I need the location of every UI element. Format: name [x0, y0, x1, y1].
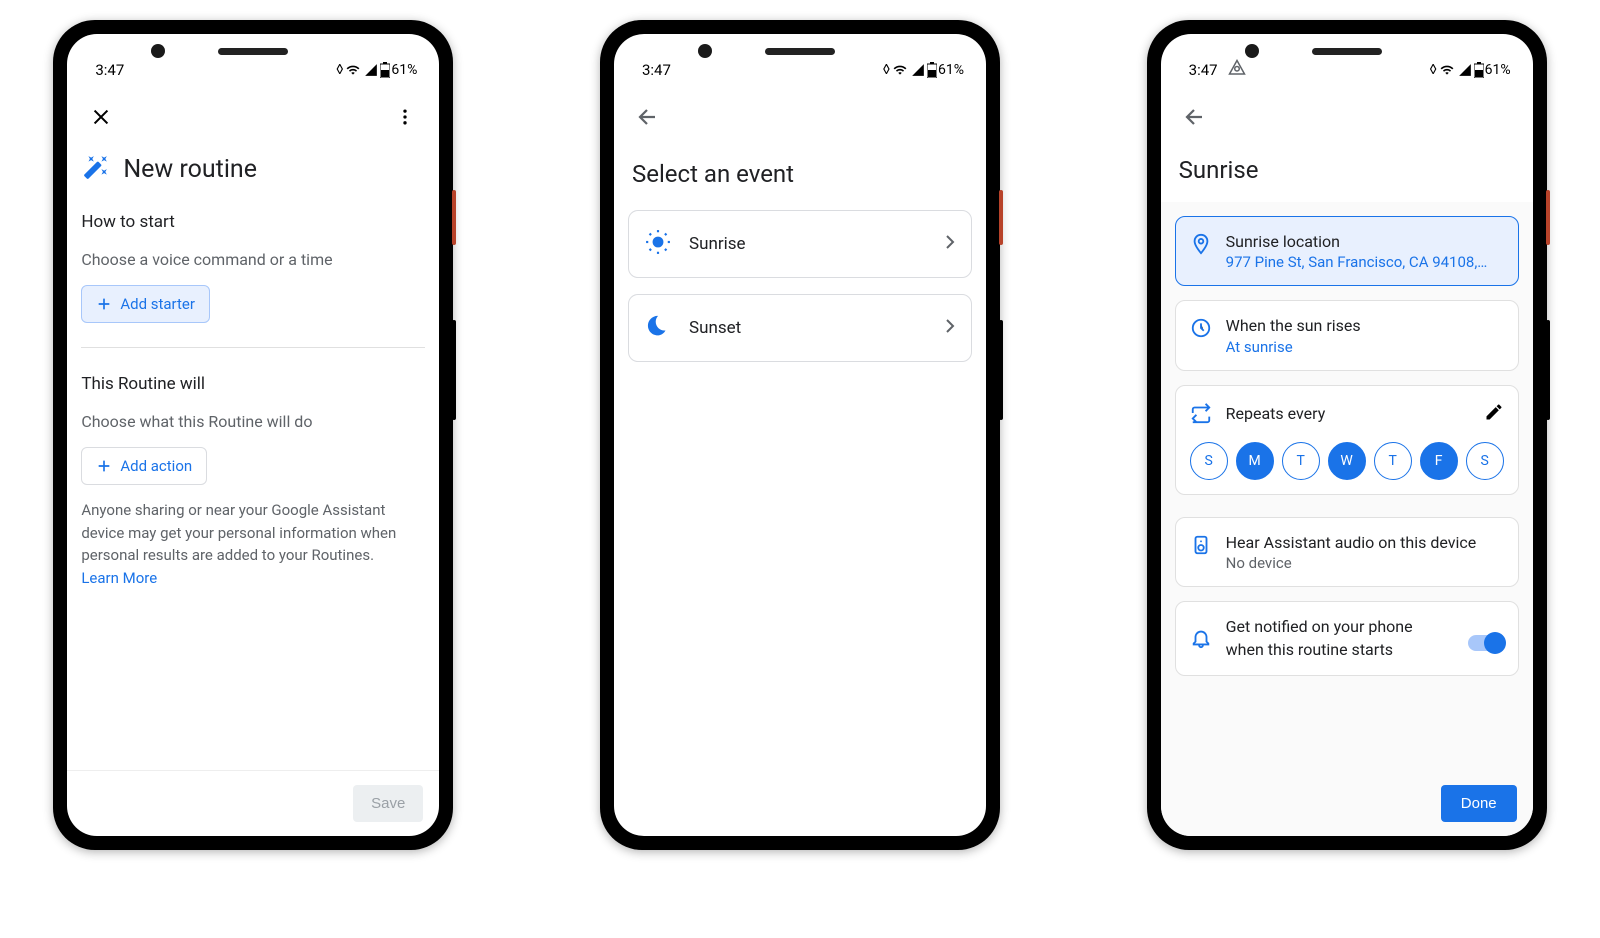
app-bar — [1161, 92, 1533, 142]
status-battery: 61% — [938, 62, 964, 78]
clock-icon — [1190, 317, 1212, 343]
magic-wand-icon — [83, 154, 109, 184]
footer-bar: Done — [1161, 770, 1533, 836]
screen-sunrise-config: 3:47 ◊ 61% Sunrise — [1161, 34, 1533, 836]
audio-title: Hear Assistant audio on this device — [1226, 532, 1504, 554]
overflow-menu-icon[interactable] — [385, 97, 425, 137]
plus-icon — [96, 296, 112, 312]
status-battery: 61% — [391, 62, 417, 78]
page-title: Select an event — [628, 142, 972, 210]
wifi-icon — [891, 63, 909, 77]
when-sun-rises-card[interactable]: When the sun rises At sunrise — [1175, 300, 1519, 370]
battery-icon — [380, 62, 390, 78]
page-title: New routine — [123, 155, 257, 184]
event-sunset[interactable]: Sunset — [628, 294, 972, 362]
page-title: Sunrise — [1161, 142, 1533, 202]
add-action-button[interactable]: Add action — [81, 447, 207, 485]
disclosure-text: Anyone sharing or near your Google Assis… — [81, 485, 425, 589]
done-button[interactable]: Done — [1441, 785, 1517, 822]
event-label: Sunset — [689, 318, 927, 338]
content-area: New routine How to start Choose a voice … — [67, 142, 439, 770]
day-toggle-6[interactable]: S — [1466, 442, 1504, 480]
signal-icon — [1457, 63, 1473, 77]
phone-select-event: 3:47 ◊ 61% Select an event Sunrise — [600, 20, 1000, 850]
app-bar — [67, 92, 439, 142]
close-icon[interactable] — [81, 97, 121, 137]
app-bar — [614, 92, 986, 142]
audio-device-card[interactable]: Hear Assistant audio on this device No d… — [1175, 517, 1519, 587]
plus-icon — [96, 458, 112, 474]
vibrate-icon: ◊ — [883, 62, 890, 78]
day-toggle-2[interactable]: T — [1282, 442, 1320, 480]
back-icon[interactable] — [1175, 97, 1215, 137]
vibrate-icon: ◊ — [336, 62, 343, 78]
moon-icon — [645, 313, 671, 343]
battery-icon — [1474, 62, 1484, 78]
event-sunrise[interactable]: Sunrise — [628, 210, 972, 278]
learn-more-link[interactable]: Learn More — [81, 569, 157, 587]
routine-will-header: This Routine will — [81, 364, 425, 412]
battery-icon — [927, 62, 937, 78]
back-icon[interactable] — [628, 97, 668, 137]
repeats-label: Repeats every — [1226, 404, 1470, 423]
how-to-start-header: How to start — [81, 202, 425, 250]
add-starter-label: Add starter — [120, 295, 195, 313]
notify-title: Get notified on your phone when this rou… — [1226, 616, 1454, 661]
content-area: Select an event Sunrise Sunset — [614, 142, 986, 836]
routine-will-subtitle: Choose what this Routine will do — [81, 412, 425, 447]
divider — [81, 347, 425, 348]
screen-new-routine: 3:47 ◊ 61% New routine — [67, 34, 439, 836]
status-battery: 61% — [1485, 62, 1511, 78]
status-bar: 3:47 ◊ 61% — [614, 48, 986, 92]
notify-card: Get notified on your phone when this rou… — [1175, 601, 1519, 676]
status-time: 3:47 — [642, 61, 671, 79]
status-bar: 3:47 ◊ 61% — [67, 48, 439, 92]
location-value: 977 Pine St, San Francisco, CA 94108,… — [1226, 253, 1504, 271]
day-toggle-3[interactable]: W — [1328, 442, 1366, 480]
signal-icon — [363, 63, 379, 77]
status-bar: 3:47 ◊ 61% — [1161, 48, 1533, 92]
sun-icon — [645, 229, 671, 259]
signal-icon — [910, 63, 926, 77]
speaker-icon — [1190, 534, 1212, 560]
add-starter-button[interactable]: Add starter — [81, 285, 210, 323]
status-time: 3:47 — [95, 61, 124, 79]
when-title: When the sun rises — [1226, 315, 1504, 337]
when-value: At sunrise — [1226, 338, 1504, 356]
day-toggle-4[interactable]: T — [1374, 442, 1412, 480]
phone-sunrise-config: 3:47 ◊ 61% Sunrise — [1147, 20, 1547, 850]
edit-icon[interactable] — [1484, 402, 1504, 426]
audio-value: No device — [1226, 554, 1504, 572]
screen-select-event: 3:47 ◊ 61% Select an event Sunrise — [614, 34, 986, 836]
event-label: Sunrise — [689, 234, 927, 254]
wifi-icon — [344, 63, 362, 77]
vibrate-icon: ◊ — [1430, 62, 1437, 78]
save-button[interactable]: Save — [353, 785, 423, 822]
add-action-label: Add action — [120, 457, 192, 475]
location-pin-icon — [1190, 233, 1212, 259]
day-toggle-5[interactable]: F — [1420, 442, 1458, 480]
day-toggle-0[interactable]: S — [1190, 442, 1228, 480]
bell-icon — [1190, 627, 1212, 653]
content-area: Sunrise Sunrise location 977 Pine St, Sa… — [1161, 142, 1533, 770]
footer-bar: Save — [67, 770, 439, 836]
how-to-start-subtitle: Choose a voice command or a time — [81, 250, 425, 285]
chevron-right-icon — [945, 318, 955, 338]
location-title: Sunrise location — [1226, 231, 1504, 253]
notification-icon — [1228, 59, 1246, 81]
phone-new-routine: 3:47 ◊ 61% New routine — [53, 20, 453, 850]
status-time: 3:47 — [1189, 61, 1218, 79]
wifi-icon — [1438, 63, 1456, 77]
repeats-card: Repeats every SMTWTFS — [1175, 385, 1519, 495]
sunrise-location-card[interactable]: Sunrise location 977 Pine St, San Franci… — [1175, 216, 1519, 286]
day-toggle-1[interactable]: M — [1236, 442, 1274, 480]
repeat-icon — [1190, 402, 1212, 428]
chevron-right-icon — [945, 234, 955, 254]
notify-toggle[interactable] — [1468, 635, 1504, 651]
